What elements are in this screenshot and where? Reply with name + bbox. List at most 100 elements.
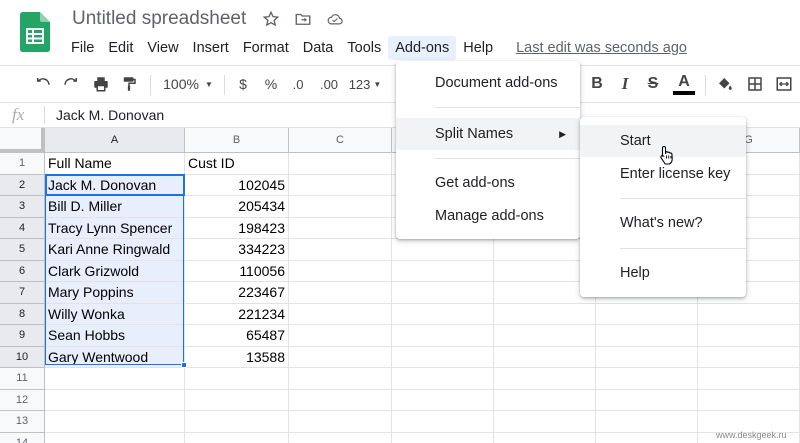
cell[interactable] [45,389,185,411]
merge-cells-icon[interactable] [772,66,796,102]
cell[interactable]: Mary Poppins [45,282,185,304]
strikethrough-button[interactable]: S [642,66,664,102]
cell[interactable]: Gary Wentwood [45,346,185,368]
cell[interactable]: 102045 [185,174,289,196]
menu-edit[interactable]: Edit [101,36,140,60]
cloud-saved-icon[interactable] [326,10,344,28]
cell[interactable]: Clark Grizwold [45,260,185,282]
cell[interactable]: Bill D. Miller [45,196,185,218]
row-header[interactable]: 3 [0,196,45,218]
cell[interactable] [392,239,494,261]
menu-view[interactable]: View [140,36,185,60]
cell[interactable]: Sean Hobbs [45,325,185,347]
menu-add-ons[interactable]: Add-ons [388,36,457,60]
row-header[interactable]: 13 [0,411,45,433]
row-header[interactable]: 10 [0,346,45,368]
cell[interactable] [392,368,494,390]
cell[interactable] [698,303,800,325]
cell[interactable] [698,368,800,390]
move-folder-icon[interactable] [294,10,312,28]
cell[interactable] [289,153,392,175]
cell[interactable]: 13588 [185,346,289,368]
star-icon[interactable] [262,10,280,28]
cell[interactable] [698,346,800,368]
cell[interactable] [596,346,698,368]
cell[interactable]: 110056 [185,260,289,282]
column-header-c[interactable]: C [289,128,392,153]
row-header[interactable]: 14 [0,432,45,443]
menu-item-split-names[interactable]: Split Names ▶ [396,118,580,150]
paint-format-icon[interactable] [116,66,142,102]
menu-tools[interactable]: Tools [340,36,388,60]
currency-format-button[interactable]: $ [232,66,254,102]
cell[interactable]: 205434 [185,196,289,218]
cell[interactable] [45,368,185,390]
select-all-corner[interactable] [0,128,45,153]
cell[interactable] [494,346,596,368]
zoom-select[interactable]: 100% ▼ [158,66,218,102]
cell[interactable] [289,411,392,433]
last-edit-link[interactable]: Last edit was seconds ago [516,40,687,56]
borders-icon[interactable] [743,66,767,102]
menu-item-get-add-ons[interactable]: Get add-ons [396,167,580,199]
row-header[interactable]: 6 [0,260,45,282]
row-header[interactable]: 11 [0,368,45,390]
cell[interactable]: 198423 [185,217,289,239]
menu-item-document-add-ons[interactable]: Document add-ons [396,67,580,99]
row-header[interactable]: 12 [0,389,45,411]
column-header-a[interactable]: A [45,128,185,153]
cell[interactable] [494,389,596,411]
submenu-item-whats-new[interactable]: What's new? [580,207,746,239]
cell[interactable]: Kari Anne Ringwald [45,239,185,261]
cell[interactable] [596,368,698,390]
cell[interactable] [596,389,698,411]
row-header[interactable]: 8 [0,303,45,325]
row-header[interactable]: 9 [0,325,45,347]
cell[interactable] [596,432,698,443]
row-header[interactable]: 4 [0,217,45,239]
cell[interactable] [392,346,494,368]
menu-insert[interactable]: Insert [186,36,236,60]
cell[interactable] [392,282,494,304]
cell[interactable] [494,411,596,433]
cell[interactable] [698,389,800,411]
cell[interactable] [392,303,494,325]
cell[interactable] [185,411,289,433]
menu-file[interactable]: File [64,36,101,60]
cell[interactable] [289,174,392,196]
cell[interactable] [185,368,289,390]
row-header[interactable]: 7 [0,282,45,304]
more-formats-select[interactable]: 123 ▼ [344,66,386,102]
cell[interactable] [289,260,392,282]
cell[interactable] [596,303,698,325]
cell[interactable]: Cust ID [185,153,289,175]
cell[interactable]: 65487 [185,325,289,347]
row-header[interactable]: 1 [0,153,45,175]
cell[interactable]: Full Name [45,153,185,175]
cell[interactable]: Willy Wonka [45,303,185,325]
cell[interactable]: Tracy Lynn Spencer [45,217,185,239]
text-color-button[interactable]: A [671,66,697,102]
cell[interactable] [289,389,392,411]
cell[interactable] [494,303,596,325]
cell[interactable] [392,432,494,443]
bold-button[interactable]: B [586,66,608,102]
cell[interactable] [45,411,185,433]
undo-icon[interactable] [30,66,56,102]
print-icon[interactable] [88,66,114,102]
cell[interactable] [289,368,392,390]
google-sheets-logo-icon[interactable] [20,12,50,52]
cell[interactable] [392,389,494,411]
menu-format[interactable]: Format [236,36,296,60]
cell[interactable] [289,346,392,368]
cell[interactable] [289,239,392,261]
cell[interactable]: Jack M. Donovan [45,174,185,196]
fill-color-icon[interactable] [713,66,737,102]
cell[interactable]: 223467 [185,282,289,304]
cell[interactable] [289,217,392,239]
cell[interactable] [596,411,698,433]
cell[interactable] [494,432,596,443]
cell[interactable]: 334223 [185,239,289,261]
cell[interactable] [289,282,392,304]
cell[interactable] [596,325,698,347]
